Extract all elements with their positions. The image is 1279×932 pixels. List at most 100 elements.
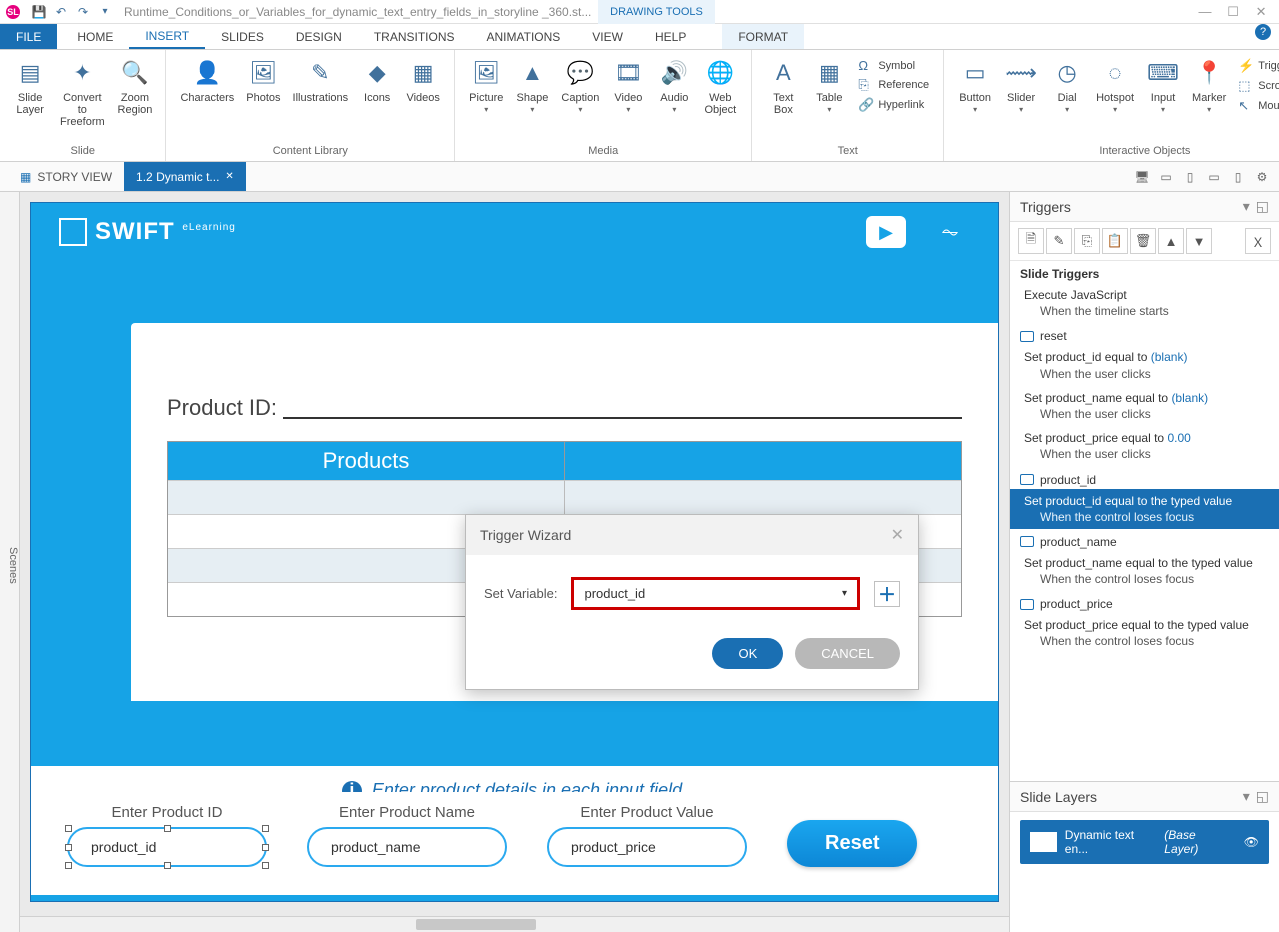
table-button[interactable]: ▦Table▾ [806, 54, 852, 116]
characters-button[interactable]: 👤Characters [174, 54, 240, 106]
photos-button[interactable]: 🖼Photos [240, 54, 286, 106]
tab-home[interactable]: HOME [61, 24, 129, 49]
slider-button[interactable]: ⟿Slider▾ [998, 54, 1044, 116]
video-button[interactable]: 🎞Video▾ [605, 54, 651, 116]
qat-dropdown-icon[interactable]: ▾ [94, 1, 116, 23]
mouse-button[interactable]: ↖Mouse ▾ [1236, 96, 1279, 116]
slide-layer-button[interactable]: ▤Slide Layer [8, 54, 52, 118]
tablet-portrait-icon[interactable]: ▯ [1179, 166, 1201, 188]
tab-format[interactable]: FORMAT [722, 24, 804, 49]
caption-button[interactable]: 💬Caption▾ [555, 54, 605, 116]
variable-combobox[interactable]: product_id ▾ [571, 577, 860, 610]
trigger-object-product-name[interactable]: product_name [1010, 529, 1279, 551]
tab-view[interactable]: VIEW [576, 24, 639, 49]
reference-button[interactable]: ⎘Reference [856, 75, 931, 95]
tab-slides[interactable]: SLIDES [205, 24, 280, 49]
delete-trigger-button[interactable]: 🗑 [1130, 228, 1156, 254]
rss-icon: ⏦ [930, 216, 970, 248]
trigger-object-product-id[interactable]: product_id [1010, 467, 1279, 489]
panel-collapse-icon[interactable]: ▾ [1243, 198, 1250, 215]
close-tab-icon[interactable]: ✕ [225, 171, 233, 182]
move-up-button[interactable]: ▲ [1158, 228, 1184, 254]
dialog-close-icon[interactable]: ✕ [891, 525, 904, 545]
panel-popout-icon[interactable]: ◱ [1256, 788, 1269, 805]
tab-help[interactable]: HELP [639, 24, 702, 49]
web-object-button[interactable]: 🌐Web Object [697, 54, 743, 118]
trigger-object-product-price[interactable]: product_price [1010, 591, 1279, 613]
product-value-input[interactable]: product_price [547, 827, 747, 867]
picture-button[interactable]: 🖼Picture▾ [463, 54, 509, 116]
new-trigger-button[interactable]: 🗎 [1018, 228, 1044, 254]
product-name-input[interactable]: product_name [307, 827, 507, 867]
trigger-item[interactable]: Execute JavaScript When the timeline sta… [1010, 283, 1279, 323]
maximize-icon[interactable]: ☐ [1221, 4, 1245, 20]
product-id-input[interactable]: product_id [67, 827, 267, 867]
tablet-landscape-icon[interactable]: ▭ [1155, 166, 1177, 188]
document-title: Runtime_Conditions_or_Variables_for_dyna… [124, 5, 598, 19]
ribbon-group-slide: ▤Slide Layer ✦Convert to Freeform 🔍Zoom … [0, 50, 166, 161]
text-box-button[interactable]: AText Box [760, 54, 806, 118]
hotspot-button[interactable]: ◌Hotspot▾ [1090, 54, 1140, 116]
input-button[interactable]: ⌨Input▾ [1140, 54, 1186, 116]
paste-trigger-button[interactable]: 📋 [1102, 228, 1128, 254]
redo-icon[interactable]: ↷ [72, 1, 94, 23]
marker-button[interactable]: 📍Marker▾ [1186, 54, 1232, 116]
trigger-object-reset[interactable]: reset [1010, 323, 1279, 345]
desktop-icon[interactable]: 🖥 [1131, 166, 1153, 188]
trigger-button[interactable]: ⚡Trigger [1236, 56, 1279, 76]
trigger-item[interactable]: Set product_name equal to (blank) When t… [1010, 386, 1279, 426]
horizontal-scrollbar[interactable] [20, 916, 1009, 932]
add-variable-button[interactable]: ＋ [874, 581, 900, 607]
scene-tab-active[interactable]: 1.2 Dynamic t... ✕ [124, 162, 246, 191]
set-variable-label: Set Variable: [484, 586, 557, 601]
undo-icon[interactable]: ↶ [50, 1, 72, 23]
shape-button[interactable]: ▲Shape▾ [509, 54, 555, 116]
trigger-item[interactable]: Set product_id equal to (blank) When the… [1010, 345, 1279, 385]
ribbon-group-label: Media [588, 145, 618, 159]
button-button[interactable]: ▭Button▾ [952, 54, 998, 116]
trigger-item[interactable]: Set product_name equal to the typed valu… [1010, 551, 1279, 591]
scrolling-panel-button[interactable]: ⬚Scrolling Panel [1236, 76, 1279, 96]
illustrations-button[interactable]: ✎Illustrations [287, 54, 355, 106]
convert-freeform-button[interactable]: ✦Convert to Freeform [52, 54, 112, 130]
tab-insert[interactable]: INSERT [129, 24, 205, 49]
tab-file[interactable]: FILE [0, 24, 57, 49]
panel-collapse-icon[interactable]: ▾ [1243, 788, 1250, 805]
ok-button[interactable]: OK [712, 638, 783, 669]
hyperlink-button[interactable]: 🔗Hyperlink [856, 95, 931, 115]
chevron-down-icon: ▾ [842, 588, 847, 599]
gear-icon[interactable]: ⚙ [1251, 166, 1273, 188]
save-icon[interactable]: 💾 [28, 1, 50, 23]
variables-button[interactable]: Ｘ [1245, 228, 1271, 254]
audio-button[interactable]: 🔊Audio▾ [651, 54, 697, 116]
tab-transitions[interactable]: TRANSITIONS [358, 24, 471, 49]
story-view-tab[interactable]: ▦ STORY VIEW [8, 162, 124, 191]
tab-design[interactable]: DESIGN [280, 24, 358, 49]
zoom-region-button[interactable]: 🔍Zoom Region [112, 54, 157, 118]
tab-animations[interactable]: ANIMATIONS [471, 24, 577, 49]
document-tabs: ▦ STORY VIEW 1.2 Dynamic t... ✕ 🖥 ▭ ▯ ▭ … [0, 162, 1279, 192]
visibility-icon[interactable]: 👁 [1244, 835, 1259, 849]
dialog-title-bar[interactable]: Trigger Wizard ✕ [466, 515, 918, 555]
panel-popout-icon[interactable]: ◱ [1256, 198, 1269, 215]
minimize-icon[interactable]: — [1193, 4, 1217, 19]
scenes-rail[interactable]: Scenes [0, 192, 20, 932]
edit-trigger-button[interactable]: ✎ [1046, 228, 1072, 254]
trigger-item-selected[interactable]: Set product_id equal to the typed value … [1010, 489, 1279, 529]
dial-button[interactable]: ◷Dial▾ [1044, 54, 1090, 116]
base-layer-item[interactable]: Dynamic text en... (Base Layer) 👁 [1020, 820, 1269, 864]
phone-landscape-icon[interactable]: ▭ [1203, 166, 1225, 188]
phone-portrait-icon[interactable]: ▯ [1227, 166, 1249, 188]
cancel-button[interactable]: CANCEL [795, 638, 900, 669]
videos-button[interactable]: ▦Videos [400, 54, 446, 106]
trigger-item[interactable]: Set product_price equal to the typed val… [1010, 613, 1279, 653]
help-icon[interactable]: ? [1255, 24, 1271, 40]
copy-trigger-button[interactable]: ⎘ [1074, 228, 1100, 254]
icons-button[interactable]: ◆Icons [354, 54, 400, 106]
close-icon[interactable]: ✕ [1249, 4, 1273, 20]
move-down-button[interactable]: ▼ [1186, 228, 1212, 254]
scrollbar-thumb[interactable] [416, 919, 536, 930]
trigger-item[interactable]: Set product_price equal to 0.00 When the… [1010, 426, 1279, 466]
symbol-button[interactable]: ΩSymbol [856, 56, 931, 75]
reset-button[interactable]: Reset [787, 820, 917, 867]
